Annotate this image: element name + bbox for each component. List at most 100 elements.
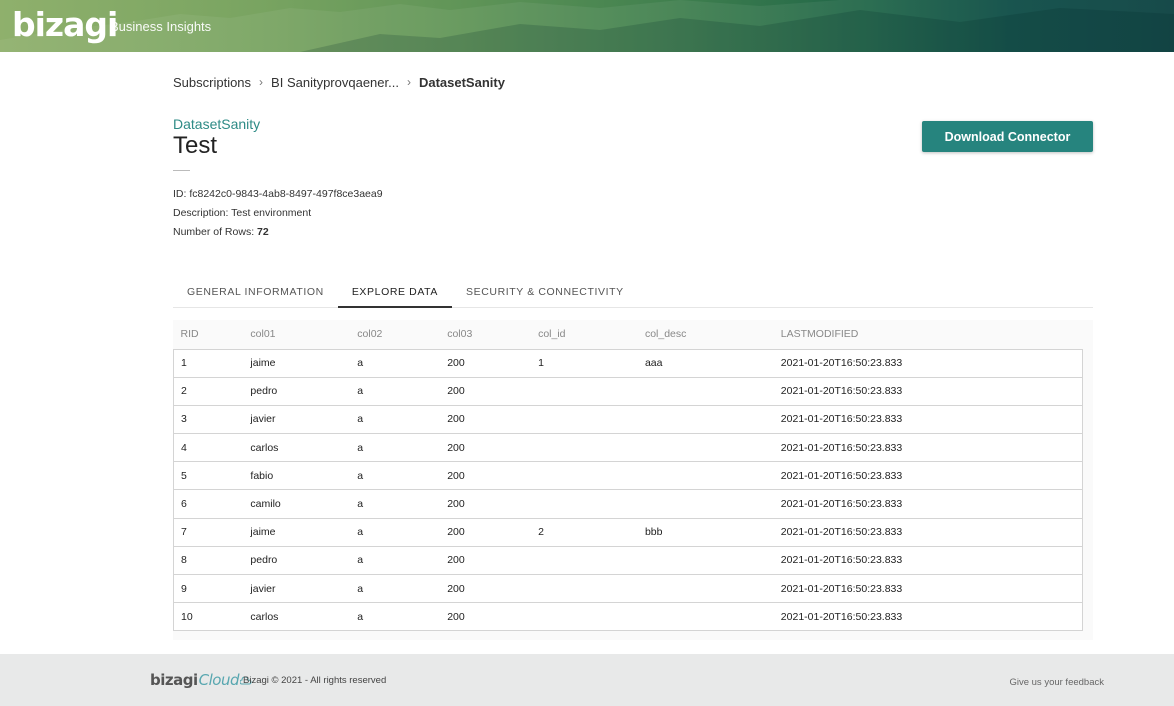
table-cell: a bbox=[350, 376, 441, 406]
table-cell: pedro bbox=[243, 376, 351, 406]
bizagi-logo[interactable]: bizagi bbox=[12, 4, 118, 44]
column-header[interactable]: col_id bbox=[531, 320, 638, 349]
table-cell bbox=[531, 545, 638, 576]
table-cell: 200 bbox=[440, 404, 532, 435]
table-row[interactable]: 3 javier a 200 2021-01-20T16:50:23.833 bbox=[173, 404, 1083, 435]
dataset-description: Description: Test environment bbox=[173, 207, 312, 219]
table-cell: a bbox=[350, 602, 441, 632]
table-cell: a bbox=[350, 545, 441, 576]
table-cell: camilo bbox=[243, 489, 351, 519]
table-cell bbox=[637, 545, 774, 576]
table-cell: 1 bbox=[173, 348, 244, 378]
table-cell: 6 bbox=[173, 489, 244, 519]
table-cell: a bbox=[350, 489, 441, 519]
table-cell: 200 bbox=[440, 461, 532, 491]
breadcrumb-subscription-name[interactable]: BI Sanityprovqaener... bbox=[271, 75, 399, 90]
table-cell bbox=[531, 602, 638, 632]
breadcrumb-subscriptions[interactable]: Subscriptions bbox=[173, 75, 251, 90]
table-cell: pedro bbox=[243, 545, 351, 576]
table-row[interactable]: 1 jaime a 200 1 aaa 2021-01-20T16:50:23.833 bbox=[173, 348, 1083, 378]
table-cell: 200 bbox=[440, 517, 532, 547]
table-header-row: RID col01 col02 col03 col_id col_desc LA… bbox=[174, 320, 1083, 349]
logo-text: bizagi bbox=[12, 4, 118, 44]
table-cell: 2021-01-20T16:50:23.833 bbox=[773, 602, 1083, 632]
table-cell: carlos bbox=[243, 433, 351, 463]
footer-logo-cloud: Cloud bbox=[198, 671, 240, 689]
table-cell bbox=[637, 376, 774, 406]
table-cell: 2021-01-20T16:50:23.833 bbox=[773, 489, 1083, 519]
chevron-right-icon: › bbox=[259, 75, 264, 89]
table-cell: javier bbox=[243, 404, 351, 435]
dataset-row-count: Number of Rows: 72 bbox=[173, 226, 269, 238]
table-cell: bbb bbox=[637, 517, 774, 547]
table-cell: 200 bbox=[440, 573, 532, 604]
table-cell: 2 bbox=[173, 376, 244, 406]
table-cell: 2021-01-20T16:50:23.833 bbox=[773, 517, 1083, 547]
table-cell: 200 bbox=[440, 489, 532, 519]
table-cell: 200 bbox=[440, 348, 532, 378]
data-table: RID col01 col02 col03 col_id col_desc LA… bbox=[173, 320, 1083, 632]
table-cell: a bbox=[350, 461, 441, 491]
tab-explore-data[interactable]: EXPLORE DATA bbox=[337, 280, 452, 308]
bizagi-cloud-logo: bizagi Cloud bbox=[150, 671, 252, 689]
page-footer: bizagi Cloud Bizagi © 2021 - All rights r… bbox=[0, 654, 1174, 706]
column-header[interactable]: LASTMODIFIED bbox=[774, 320, 1083, 349]
table-cell: jaime bbox=[243, 348, 351, 378]
table-row[interactable]: 2 pedro a 200 2021-01-20T16:50:23.833 bbox=[173, 376, 1083, 406]
table-cell: 200 bbox=[440, 545, 532, 576]
table-cell bbox=[637, 404, 774, 435]
breadcrumb-current: DatasetSanity bbox=[418, 74, 505, 90]
table-cell: 200 bbox=[440, 602, 532, 632]
dataset-link[interactable]: DatasetSanity bbox=[173, 116, 260, 132]
app-subtitle: Business Insights bbox=[110, 19, 212, 34]
column-header[interactable]: col_desc bbox=[638, 320, 774, 349]
table-cell: a bbox=[350, 348, 441, 378]
table-cell: 2021-01-20T16:50:23.833 bbox=[773, 348, 1083, 378]
table-cell: 2021-01-20T16:50:23.833 bbox=[773, 461, 1083, 491]
table-row[interactable]: 5 fabio a 200 2021-01-20T16:50:23.833 bbox=[173, 461, 1083, 491]
table-row[interactable]: 8 pedro a 200 2021-01-20T16:50:23.833 bbox=[173, 545, 1083, 576]
app-header: bizagi Business Insights bbox=[0, 0, 1174, 52]
tab-security-connectivity[interactable]: SECURITY & CONNECTIVITY bbox=[452, 280, 638, 308]
table-cell: a bbox=[350, 404, 441, 435]
table-cell: 2021-01-20T16:50:23.833 bbox=[773, 404, 1083, 435]
dataset-id: ID: fc8242c0-9843-4ab8-8497-497f8ce3aea9 bbox=[173, 188, 383, 200]
table-row[interactable]: 7 jaime a 200 2 bbb 2021-01-20T16:50:23.833 bbox=[173, 517, 1083, 547]
table-cell: jaime bbox=[243, 517, 351, 547]
table-cell bbox=[531, 433, 638, 463]
table-cell bbox=[637, 489, 774, 519]
table-cell: aaa bbox=[637, 348, 774, 378]
table-cell bbox=[531, 461, 638, 491]
column-header[interactable]: col02 bbox=[350, 320, 440, 349]
table-row[interactable]: 4 carlos a 200 2021-01-20T16:50:23.833 bbox=[173, 433, 1083, 463]
table-cell: a bbox=[350, 433, 441, 463]
chevron-right-icon: › bbox=[406, 75, 411, 89]
page-title: Test bbox=[173, 132, 218, 159]
download-connector-button[interactable]: Download Connector bbox=[922, 121, 1093, 152]
table-cell: carlos bbox=[243, 602, 351, 632]
table-cell bbox=[637, 461, 774, 491]
breadcrumb: Subscriptions › BI Sanityprovqaener... ›… bbox=[173, 74, 505, 90]
footer-logo-main: bizagi bbox=[150, 671, 198, 689]
table-cell: 10 bbox=[173, 602, 244, 632]
table-cell: 2021-01-20T16:50:23.833 bbox=[773, 433, 1083, 463]
feedback-link[interactable]: Give us your feedback bbox=[1009, 677, 1104, 688]
table-cell: 200 bbox=[440, 376, 532, 406]
tab-general-information[interactable]: GENERAL INFORMATION bbox=[173, 280, 338, 308]
row-count-label: Number of Rows: bbox=[173, 226, 258, 238]
data-table-container: RID col01 col02 col03 col_id col_desc LA… bbox=[173, 320, 1093, 640]
table-row[interactable]: 10 carlos a 200 2021-01-20T16:50:23.833 bbox=[173, 602, 1083, 632]
table-cell: 4 bbox=[173, 433, 244, 463]
table-cell bbox=[531, 404, 638, 435]
table-cell: 7 bbox=[173, 517, 244, 547]
column-header[interactable]: RID bbox=[174, 320, 244, 349]
table-row[interactable]: 6 camilo a 200 2021-01-20T16:50:23.833 bbox=[173, 489, 1083, 519]
tab-bar: GENERAL INFORMATION EXPLORE DATA SECURIT… bbox=[173, 280, 1093, 308]
table-row[interactable]: 9 javier a 200 2021-01-20T16:50:23.833 bbox=[173, 573, 1083, 604]
column-header[interactable]: col03 bbox=[440, 320, 531, 349]
title-divider bbox=[173, 170, 190, 171]
column-header[interactable]: col01 bbox=[243, 320, 350, 349]
table-cell: 2021-01-20T16:50:23.833 bbox=[773, 545, 1083, 576]
copyright-text: Bizagi © 2021 - All rights reserved bbox=[243, 675, 387, 686]
table-cell bbox=[637, 573, 774, 604]
